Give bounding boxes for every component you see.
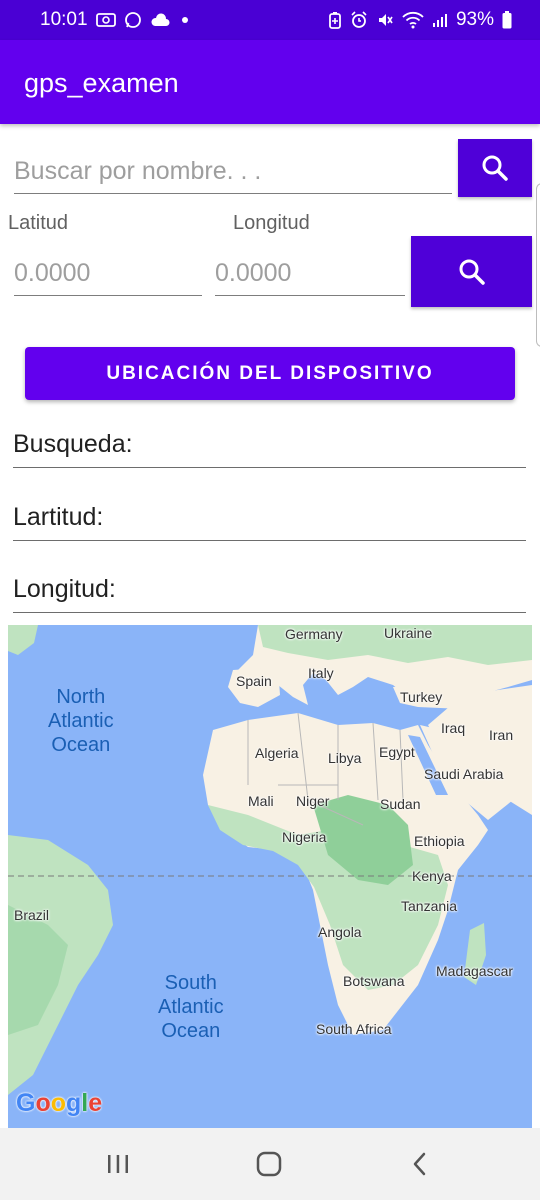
back-button[interactable] xyxy=(400,1148,440,1180)
map-label-egypt: Egypt xyxy=(379,744,415,760)
map-label-libya: Libya xyxy=(328,750,362,766)
recents-icon xyxy=(106,1153,130,1175)
whatsapp-icon xyxy=(124,11,142,29)
map-label-south-africa: South Africa xyxy=(316,1021,392,1037)
map-view[interactable]: North Atlantic Ocean South Atlantic Ocean Ge… xyxy=(8,625,532,1128)
map-label-algeria: Algeria xyxy=(255,745,299,761)
back-icon xyxy=(410,1151,430,1177)
map-label-madagascar: Madagascar xyxy=(436,963,514,979)
home-icon xyxy=(256,1151,282,1177)
map-label-iraq: Iraq xyxy=(441,720,466,736)
map-label-niger: Niger xyxy=(296,793,330,809)
ocean-label-north-atlantic: North Atlantic Ocean xyxy=(48,686,114,756)
longitude-result-field: Longitud: xyxy=(13,575,526,613)
search-coords-button[interactable] xyxy=(411,236,532,307)
map-label-iran: Iran xyxy=(489,727,514,743)
longitude-label: Longitud xyxy=(233,212,310,234)
map-label-kenya: Kenya xyxy=(412,868,452,884)
wifi-icon xyxy=(402,11,424,29)
ocean-label-south-atlantic: South Atlantic Ocean xyxy=(158,972,224,1042)
status-bar-right: 93% xyxy=(328,9,512,31)
map-label-spain: Spain xyxy=(236,673,272,689)
map-label-italy: Italy xyxy=(308,665,334,681)
battery-percent: 93% xyxy=(455,9,494,30)
map-label-brazil: Brazil xyxy=(14,907,50,923)
clock: 10:01 xyxy=(40,9,88,30)
status-bar: 10:01 93% xyxy=(0,0,540,40)
recents-button[interactable] xyxy=(98,1148,138,1180)
map-label-ukraine: Ukraine xyxy=(384,625,433,641)
map-label-sudan: Sudan xyxy=(380,796,421,812)
battery-icon xyxy=(502,11,512,29)
search-icon xyxy=(458,258,486,286)
battery-saver-icon xyxy=(328,11,342,29)
app-title: gps_examen xyxy=(24,68,179,98)
map-label-saudi-arabia: Saudi Arabia xyxy=(424,766,504,782)
signal-icon xyxy=(432,12,448,28)
dot-icon xyxy=(178,13,192,27)
alarm-icon xyxy=(350,11,368,29)
cloud-icon xyxy=(150,13,170,27)
search-name-input[interactable] xyxy=(14,150,452,194)
status-bar-left: 10:01 xyxy=(40,9,192,31)
device-location-button[interactable]: UBICACIÓN DEL DISPOSITIVO xyxy=(25,347,515,400)
map-label-angola: Angola xyxy=(318,924,362,940)
longitude-input[interactable] xyxy=(215,252,405,296)
search-name-button[interactable] xyxy=(458,139,532,197)
app-bar: gps_examen xyxy=(0,40,540,124)
home-button[interactable] xyxy=(249,1148,289,1180)
latitude-result-field: Lartitud: xyxy=(13,503,526,541)
latitude-input[interactable] xyxy=(14,252,202,296)
map-label-botswana: Botswana xyxy=(343,973,405,989)
side-panel-edge xyxy=(536,183,540,347)
map-label-mali: Mali xyxy=(248,793,274,809)
latitude-label: Latitud xyxy=(8,212,69,234)
map-label-nigeria: Nigeria xyxy=(282,829,327,845)
mute-icon xyxy=(376,11,394,29)
google-logo: Google xyxy=(16,1089,103,1117)
map-label-tanzania: Tanzania xyxy=(401,898,458,914)
search-result-field: Busqueda: xyxy=(13,430,526,468)
map-label-turkey: Turkey xyxy=(400,689,443,705)
navigation-bar xyxy=(0,1128,540,1200)
map-label-germany: Germany xyxy=(285,626,343,642)
screenshot-icon xyxy=(95,12,116,28)
map-label-ethiopia: Ethiopia xyxy=(414,833,465,849)
search-icon xyxy=(481,154,509,182)
